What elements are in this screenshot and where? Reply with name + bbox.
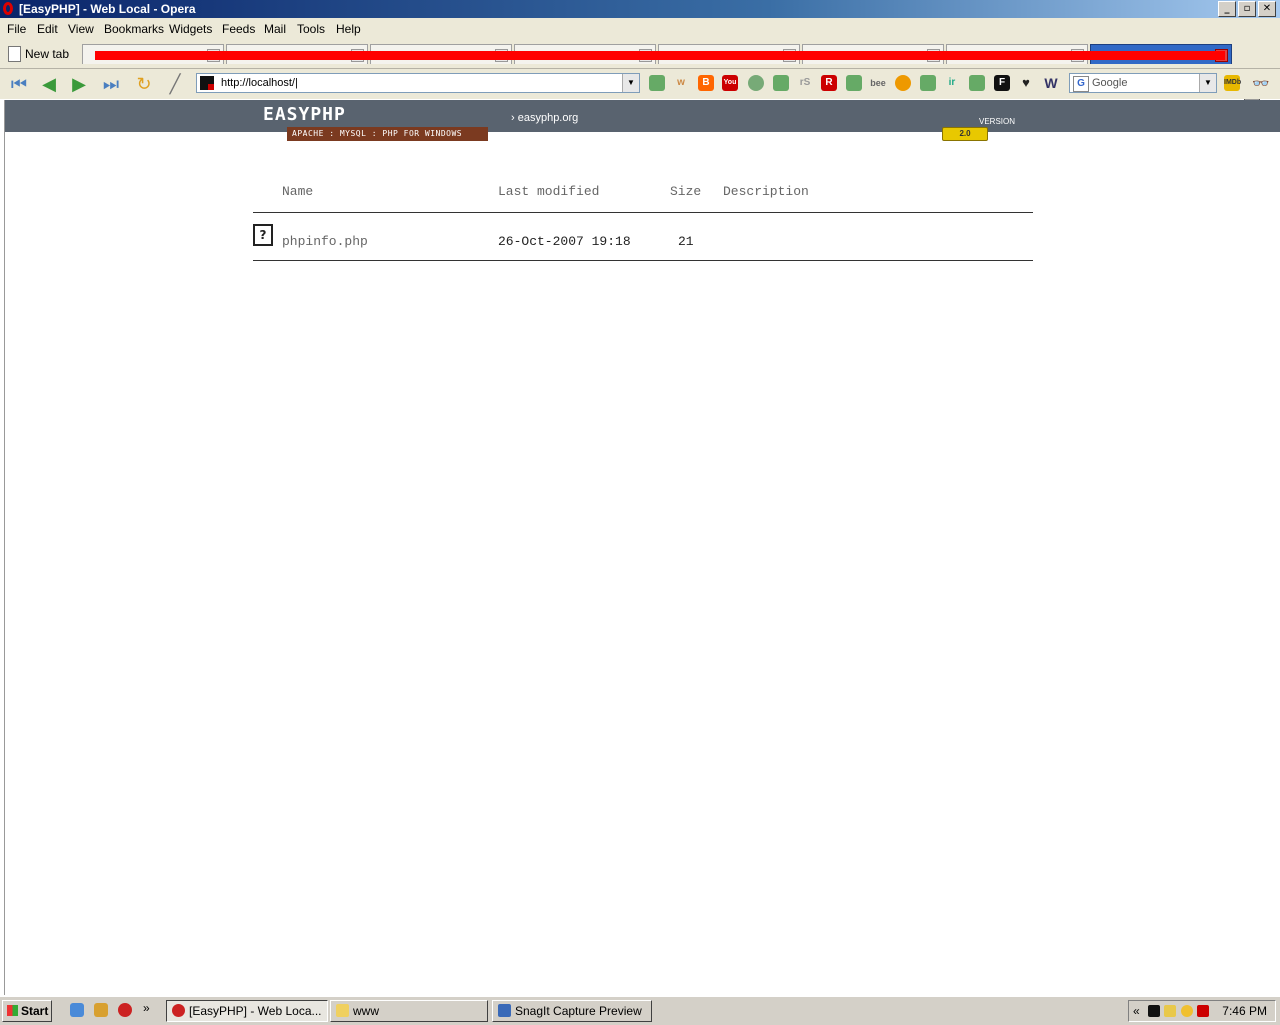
address-toolbar: ⏮ ◀ ▶ ⏭ ↻ ╱ http://localhost/| ▼ w B You… bbox=[0, 69, 1280, 99]
antivirus-tray-icon[interactable] bbox=[1197, 1005, 1209, 1017]
wiki-bookmark-icon[interactable]: w bbox=[673, 75, 689, 91]
easyphp-tagline: APACHE : MYSQL : PHP FOR WINDOWS bbox=[287, 127, 488, 141]
youtube-icon[interactable]: You bbox=[722, 75, 738, 91]
version-label: VERSION bbox=[979, 117, 1016, 126]
glasses-icon[interactable]: 👓 bbox=[1250, 75, 1272, 91]
start-button[interactable]: Start bbox=[2, 1000, 52, 1022]
version-badge: 2.0 bbox=[942, 127, 988, 141]
menu-file[interactable]: File bbox=[7, 22, 26, 36]
minimize-button[interactable]: _ bbox=[1218, 1, 1236, 17]
redaction-bar bbox=[95, 51, 1225, 60]
fast-forward-icon[interactable]: ⏭ bbox=[100, 73, 122, 95]
menu-widgets[interactable]: Widgets bbox=[169, 22, 212, 36]
back-icon[interactable]: ◀ bbox=[38, 73, 60, 95]
folder-icon bbox=[336, 1004, 349, 1017]
header-name[interactable]: Name bbox=[282, 184, 313, 199]
bookmark-icon[interactable] bbox=[969, 75, 985, 91]
menu-bookmarks[interactable]: Bookmarks bbox=[104, 22, 164, 36]
address-field[interactable]: http://localhost/| ▼ bbox=[196, 73, 640, 93]
file-link-phpinfo[interactable]: phpinfo.php bbox=[282, 234, 368, 249]
heart-icon[interactable]: ♥ bbox=[1018, 75, 1034, 91]
taskbar: Start » [EasyPHP] - Web Loca... www Snag… bbox=[0, 996, 1280, 1025]
menu-bar: File Edit View Bookmarks Widgets Feeds M… bbox=[0, 18, 1280, 40]
easyphp-logo: EASYPHP bbox=[263, 104, 346, 125]
mail-tray-icon[interactable] bbox=[1164, 1005, 1176, 1017]
search-field[interactable]: G Google ▼ bbox=[1069, 73, 1217, 93]
snagit-icon bbox=[498, 1004, 511, 1017]
wikipedia-icon[interactable]: W bbox=[1043, 75, 1059, 91]
address-dropdown-icon[interactable]: ▼ bbox=[622, 74, 639, 92]
ie-icon[interactable] bbox=[70, 1003, 84, 1017]
rs-icon[interactable]: rS bbox=[797, 75, 813, 91]
unknown-file-icon: ? bbox=[253, 224, 273, 246]
bookmark-icon[interactable] bbox=[773, 75, 789, 91]
bookmark-icon[interactable] bbox=[649, 75, 665, 91]
opera-icon bbox=[3, 2, 13, 15]
search-dropdown-icon[interactable]: ▼ bbox=[1199, 74, 1216, 92]
task-www-folder[interactable]: www bbox=[330, 1000, 488, 1022]
menu-view[interactable]: View bbox=[68, 22, 94, 36]
file-size: 21 bbox=[678, 234, 694, 249]
menu-feeds[interactable]: Feeds bbox=[222, 22, 255, 36]
edit-site-icon[interactable]: ╱ bbox=[164, 73, 186, 95]
task-snagit[interactable]: SnagIt Capture Preview bbox=[492, 1000, 652, 1022]
bee-icon[interactable]: bee bbox=[870, 75, 886, 91]
easyphp-tray-icon[interactable] bbox=[1148, 1005, 1160, 1017]
file-modified: 26-Oct-2007 19:18 bbox=[498, 234, 631, 249]
header-description[interactable]: Description bbox=[723, 184, 809, 199]
header-size[interactable]: Size bbox=[670, 184, 701, 199]
header-divider bbox=[253, 212, 1033, 213]
bookmark-icon[interactable] bbox=[920, 75, 936, 91]
task-label: SnagIt Capture Preview bbox=[515, 1004, 642, 1018]
task-opera[interactable]: [EasyPHP] - Web Loca... bbox=[166, 1000, 328, 1022]
header-last-modified[interactable]: Last modified bbox=[498, 184, 599, 199]
footer-divider bbox=[253, 260, 1033, 261]
window-title: [EasyPHP] - Web Local - Opera bbox=[19, 2, 196, 16]
quicklaunch-more-icon[interactable]: » bbox=[143, 1001, 150, 1015]
clock: 7:46 PM bbox=[1222, 1004, 1267, 1018]
imdb-icon[interactable]: IMDb bbox=[1224, 75, 1241, 91]
reload-icon[interactable]: ↻ bbox=[133, 73, 155, 95]
opera-quicklaunch-icon[interactable] bbox=[118, 1003, 132, 1017]
menu-help[interactable]: Help bbox=[336, 22, 361, 36]
ir-icon[interactable]: ir bbox=[944, 75, 960, 91]
search-engine-label: Google bbox=[1092, 77, 1128, 89]
r-icon[interactable]: R bbox=[821, 75, 837, 91]
sun-icon[interactable] bbox=[895, 75, 911, 91]
bookmark-icon[interactable] bbox=[846, 75, 862, 91]
menu-mail[interactable]: Mail bbox=[264, 22, 286, 36]
globe-icon[interactable] bbox=[748, 75, 764, 91]
blogger-icon[interactable]: B bbox=[698, 75, 714, 91]
task-label: www bbox=[353, 1004, 379, 1018]
menu-tools[interactable]: Tools bbox=[297, 22, 325, 36]
easyphp-site-link[interactable]: › easyphp.org bbox=[511, 112, 578, 124]
google-icon: G bbox=[1073, 76, 1089, 92]
restore-button[interactable]: ▫ bbox=[1238, 1, 1256, 17]
messenger-tray-icon[interactable] bbox=[1181, 1005, 1193, 1017]
new-tab-label: New tab bbox=[25, 47, 70, 61]
new-tab-icon bbox=[8, 46, 21, 62]
forward-icon[interactable]: ▶ bbox=[68, 73, 90, 95]
quicklaunch-tool-icon[interactable] bbox=[94, 1003, 108, 1017]
task-label: [EasyPHP] - Web Loca... bbox=[189, 1004, 322, 1018]
tray-expand-icon[interactable]: « bbox=[1133, 1004, 1140, 1018]
rewind-icon[interactable]: ⏮ bbox=[8, 73, 30, 95]
easyphp-header: EASYPHP › easyphp.org VERSION bbox=[5, 100, 1280, 132]
f-icon[interactable]: F bbox=[994, 75, 1010, 91]
window-title-bar[interactable]: [EasyPHP] - Web Local - Opera _ ▫ ✕ bbox=[0, 0, 1280, 18]
site-favicon bbox=[200, 76, 214, 90]
system-tray: « 7:46 PM bbox=[1128, 1000, 1276, 1022]
menu-edit[interactable]: Edit bbox=[37, 22, 58, 36]
address-url: http://localhost/| bbox=[221, 77, 298, 89]
opera-icon bbox=[172, 1004, 185, 1017]
close-button[interactable]: ✕ bbox=[1258, 1, 1276, 17]
page-viewport: EASYPHP › easyphp.org VERSION APACHE : M… bbox=[4, 100, 1280, 995]
new-tab-button[interactable]: New tab bbox=[8, 45, 69, 63]
